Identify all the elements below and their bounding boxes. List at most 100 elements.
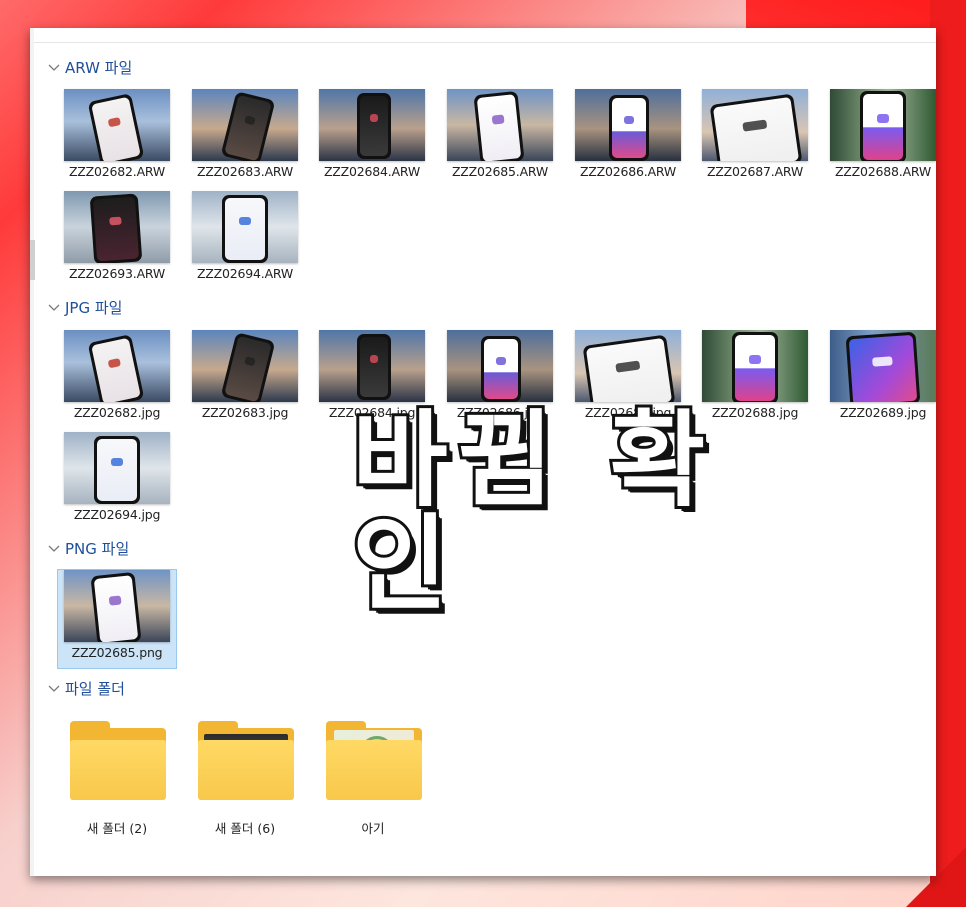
phone-screen (863, 94, 903, 160)
phone-screen (224, 335, 272, 402)
screen-content (108, 216, 123, 226)
group-title: ARW 파일 (65, 58, 133, 77)
chevron-down-icon (47, 300, 61, 314)
file-name: ZZZ02684.ARW (323, 164, 421, 179)
file-item[interactable]: ZZZ02693.ARW (58, 191, 176, 287)
file-name: ZZZ02682.ARW (68, 164, 166, 179)
file-thumbnail (702, 89, 808, 161)
file-name: ZZZ02687.jpg (584, 405, 672, 420)
phone-image (90, 571, 142, 642)
file-name: ZZZ02693.ARW (68, 266, 166, 281)
screen-content (107, 358, 121, 369)
phone-screen (91, 337, 141, 402)
phone-screen (93, 575, 139, 642)
screen-content (877, 113, 889, 124)
phone-image (87, 93, 145, 161)
file-item[interactable]: ZZZ02682.jpg (58, 330, 176, 426)
group-title: 파일 폴더 (65, 679, 125, 698)
file-item[interactable]: ZZZ02686.jpg (441, 330, 559, 426)
phone-image (357, 93, 391, 159)
phone-screen (91, 96, 141, 161)
phone-image (222, 195, 268, 263)
file-thumbnail (830, 89, 936, 161)
folder-name: 새 폴더 (2) (86, 821, 148, 836)
phone-screen (360, 96, 388, 156)
file-name: ZZZ02682.jpg (73, 405, 161, 420)
file-name: ZZZ02683.ARW (196, 164, 294, 179)
file-thumbnail (64, 432, 170, 504)
folder-item[interactable]: 아기 (318, 718, 428, 838)
phone-screen (97, 439, 137, 501)
phone-image (709, 93, 803, 161)
screen-content (243, 115, 256, 126)
file-item[interactable]: ZZZ02694.jpg (58, 432, 176, 528)
file-name: ZZZ02688.jpg (711, 405, 799, 420)
group-title: PNG 파일 (65, 539, 130, 558)
file-thumbnail (575, 89, 681, 161)
screen-content (243, 356, 256, 367)
file-item[interactable]: ZZZ02683.ARW (186, 89, 304, 185)
screen-content (239, 216, 251, 226)
group-header-folders[interactable]: 파일 폴더 (47, 678, 125, 698)
file-name: ZZZ02688.ARW (834, 164, 932, 179)
folder-icon (70, 740, 166, 800)
folder-item[interactable]: 새 폴더 (6) (190, 718, 300, 838)
file-item[interactable]: ZZZ02687.ARW (696, 89, 814, 185)
file-thumbnail (702, 330, 808, 402)
phone-screen (735, 335, 775, 401)
phone-image (89, 193, 143, 263)
phone-screen (476, 94, 522, 161)
group-header-jpg[interactable]: JPG 파일 (47, 297, 122, 317)
file-thumbnail (447, 330, 553, 402)
screen-content (615, 360, 641, 373)
file-item[interactable]: ZZZ02685.png (57, 569, 177, 669)
file-thumbnail (447, 89, 553, 161)
folder-icon (326, 740, 422, 800)
left-nav-edge (30, 28, 34, 876)
phone-image (732, 332, 778, 402)
folder-item[interactable]: 새 폴더 (2) (62, 718, 172, 838)
file-thumbnail (192, 191, 298, 263)
file-name: ZZZ02694.ARW (196, 266, 294, 281)
phone-image (87, 334, 145, 402)
phone-screen (612, 98, 646, 158)
folder-name: 새 폴더 (6) (214, 821, 276, 836)
file-explorer-window: ARW 파일 JPG 파일 PNG 파일 파일 폴더 ZZZ02682.ARW Z… (30, 28, 936, 876)
screen-content (108, 595, 122, 606)
phone-screen (712, 96, 800, 161)
screen-content (369, 355, 379, 364)
phone-screen (848, 334, 918, 402)
screen-content (111, 457, 123, 467)
file-name: ZZZ02684.jpg (328, 405, 416, 420)
phone-image (220, 91, 276, 161)
file-name: ZZZ02687.ARW (706, 164, 804, 179)
phone-image (860, 91, 906, 161)
phone-image (357, 334, 391, 400)
nav-pane-splitter[interactable] (30, 240, 35, 280)
file-name: ZZZ02686.ARW (579, 164, 677, 179)
file-item[interactable]: ZZZ02688.jpg (696, 330, 814, 426)
file-item[interactable]: ZZZ02694.ARW (186, 191, 304, 287)
folder-name: 아기 (361, 821, 385, 836)
file-item[interactable]: ZZZ02682.ARW (58, 89, 176, 185)
file-item[interactable]: ZZZ02685.ARW (441, 89, 559, 185)
file-item[interactable]: ZZZ02683.jpg (186, 330, 304, 426)
file-item[interactable]: ZZZ02688.ARW (824, 89, 936, 185)
group-header-png[interactable]: PNG 파일 (47, 538, 129, 558)
file-name: ZZZ02685.ARW (451, 164, 549, 179)
file-thumbnail (575, 330, 681, 402)
file-item[interactable]: ZZZ02684.jpg (313, 330, 431, 426)
file-thumbnail (64, 330, 170, 402)
file-thumbnail (64, 570, 170, 642)
group-header-arw[interactable]: ARW 파일 (47, 57, 132, 77)
file-item[interactable]: ZZZ02686.ARW (569, 89, 687, 185)
file-item[interactable]: ZZZ02689.jpg (824, 330, 936, 426)
file-name: ZZZ02685.png (71, 645, 163, 660)
phone-screen (484, 339, 518, 399)
file-item[interactable]: ZZZ02684.ARW (313, 89, 431, 185)
file-thumbnail (64, 191, 170, 263)
phone-image (94, 436, 140, 504)
screen-content (491, 114, 505, 125)
file-thumbnail (64, 89, 170, 161)
file-item[interactable]: ZZZ02687.jpg (569, 330, 687, 426)
